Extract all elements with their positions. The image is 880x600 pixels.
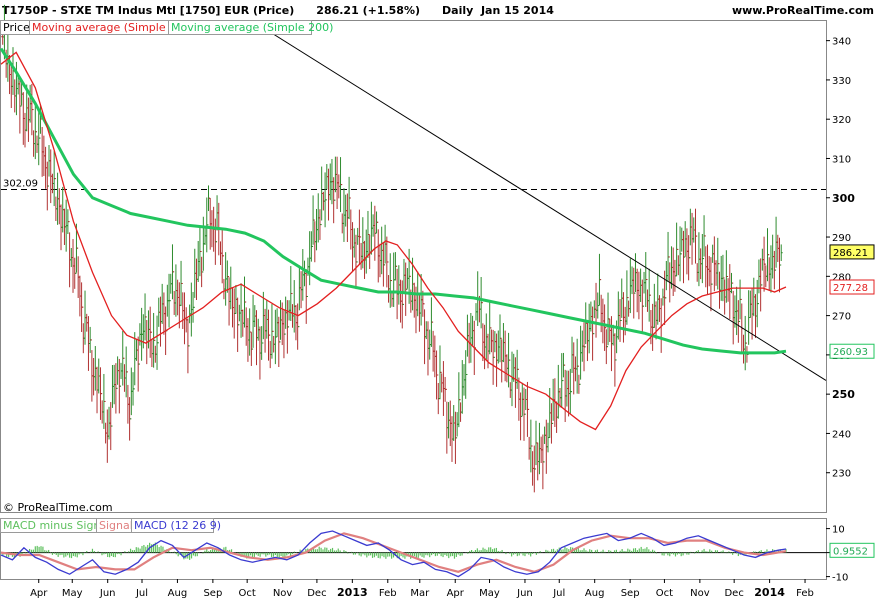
legend-ma200: Moving average (Simple 200) [171, 21, 333, 34]
x-tick-label: Apr [447, 588, 465, 599]
x-tick-label: Nov [273, 588, 293, 599]
price-y-tick-label: 320 [832, 115, 851, 126]
x-tick-label: Dec [724, 588, 743, 599]
price-y-tick-label: 290 [832, 233, 851, 244]
x-tick-label: Jul [135, 588, 148, 599]
price-y-tick-label: 270 [832, 312, 851, 323]
copyright: © ProRealTime.com [3, 501, 113, 514]
price-value-tag-label: 260.93 [833, 347, 868, 358]
price-legend: Price Moving average (Simple 50) Moving … [0, 20, 333, 35]
macd-value-tag: 0.9552 [829, 542, 875, 558]
x-tick-label: Jun [99, 588, 116, 599]
x-tick-label: 2013 [337, 586, 368, 599]
x-tick-label: Jul [552, 588, 565, 599]
price-value-tag: 260.93 [829, 343, 875, 359]
legend-ma50: Moving average (Simple 50) [32, 21, 187, 34]
x-tick-label: Jun [516, 588, 533, 599]
x-tick-label: Feb [379, 588, 397, 599]
x-tick-label: 2014 [754, 586, 785, 599]
chart-canvas: 302.09 230240250260270280290300310320330… [0, 4, 875, 599]
horizontal-line-label: 302.09 [3, 179, 38, 190]
price-y-tick-label: 300 [832, 192, 855, 205]
x-tick-label: Aug [168, 588, 188, 599]
price-value-tag: 286.21 [829, 244, 875, 260]
x-tick-label: Sep [621, 588, 640, 599]
x-tick-label: Apr [30, 588, 48, 599]
legend-macd: MACD (12 26 9) [134, 519, 221, 532]
x-tick-label: May [479, 588, 500, 599]
price-y-tick-label: 250 [832, 388, 855, 401]
x-tick-label: Feb [796, 588, 814, 599]
x-tick-label: Oct [656, 588, 673, 599]
x-tick-label: Aug [585, 588, 605, 599]
price-value-tag-label: 286.21 [833, 248, 868, 259]
price-y-tick-label: 230 [832, 469, 851, 480]
x-tick-label: Dec [307, 588, 326, 599]
price-y-tick-label: 340 [832, 37, 851, 48]
macd-y-tick-label: -10 [832, 573, 848, 584]
price-y-tick-label: 310 [832, 154, 851, 165]
macd-legend: MACD minus Signal Signal MACD (12 26 9) [0, 518, 221, 533]
legend-price: Price [3, 21, 30, 34]
price-y-tick-label: 240 [832, 429, 851, 440]
price-value-tag-label: 277.28 [833, 283, 868, 294]
legend-signal: Signal [99, 519, 133, 532]
price-value-tag: 277.28 [829, 279, 875, 295]
x-tick-label: Sep [203, 588, 222, 599]
price-y-tick-label: 330 [832, 76, 851, 87]
x-tick-label: Oct [239, 588, 256, 599]
macd-y-tick-label: 10 [832, 525, 845, 536]
x-tick-label: Mar [410, 588, 430, 599]
macd-value-tag-label: 0.9552 [833, 546, 868, 557]
legend-macd-hist: MACD minus Signal [3, 519, 110, 532]
x-tick-label: May [62, 588, 83, 599]
x-tick-label: Nov [690, 588, 710, 599]
